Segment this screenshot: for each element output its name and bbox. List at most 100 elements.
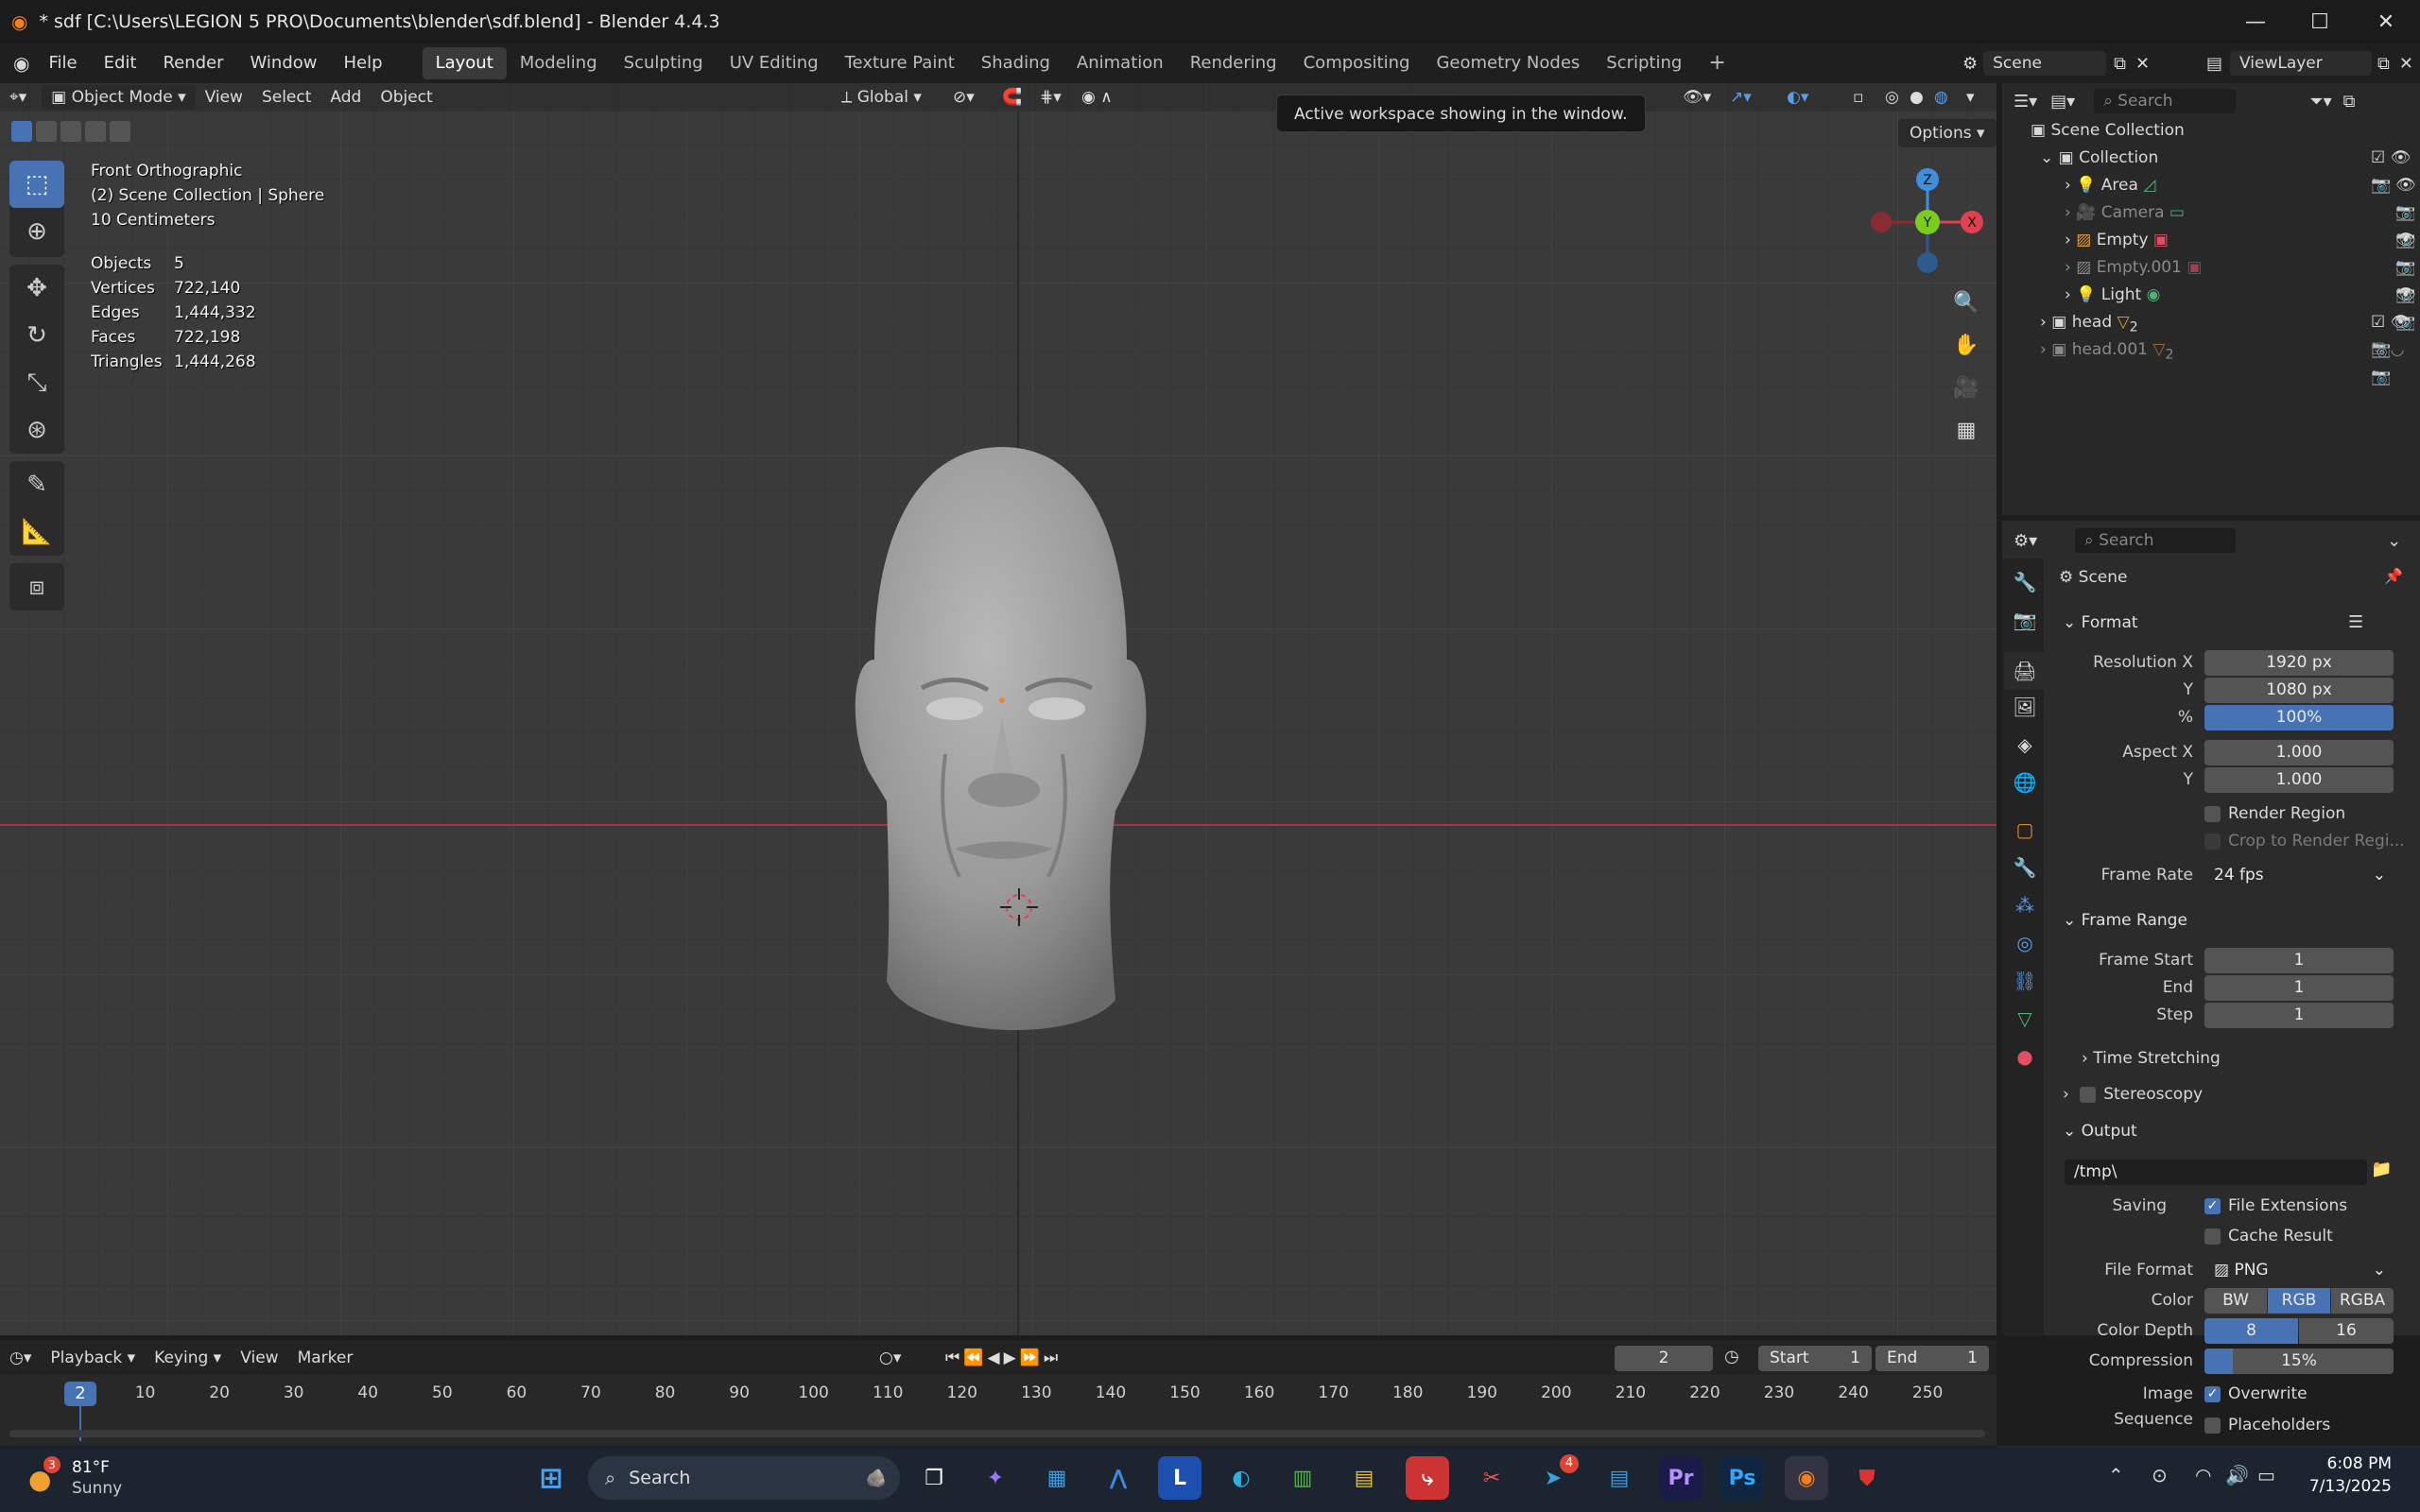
- chevron-right-icon[interactable]: ›: [2065, 203, 2071, 222]
- outliner-search[interactable]: ⌕ Search: [2094, 89, 2237, 113]
- pin-icon[interactable]: 📌: [2384, 567, 2403, 585]
- color-rgb-button[interactable]: RGB: [2268, 1288, 2330, 1314]
- play-reverse-icon[interactable]: ◀: [987, 1349, 1003, 1367]
- scale-tool[interactable]: ⤡: [9, 359, 64, 406]
- auto-keying-icon[interactable]: ○▾: [870, 1344, 910, 1372]
- overwrite-checkbox[interactable]: ✓ Overwrite: [2204, 1381, 2308, 1408]
- shading-options-icon[interactable]: ▾: [1957, 83, 1984, 112]
- next-keyframe-icon[interactable]: ⏩: [1020, 1349, 1044, 1367]
- task-view-icon[interactable]: ❐: [912, 1456, 956, 1500]
- zoom-icon[interactable]: 🔍: [1949, 282, 1983, 324]
- cache-result-checkbox[interactable]: Cache Result: [2204, 1223, 2333, 1250]
- timeline-scrollbar[interactable]: [9, 1430, 1985, 1437]
- output-tab-icon[interactable]: 🖨: [2004, 652, 2046, 690]
- premiere-icon[interactable]: Pr: [1659, 1456, 1703, 1500]
- chevron-right-icon[interactable]: ›: [2065, 231, 2071, 249]
- play-icon[interactable]: ▶: [1004, 1349, 1020, 1367]
- navigation-gizmo[interactable]: Z X Y: [1862, 163, 1995, 286]
- volume-icon[interactable]: 🔊: [2225, 1464, 2249, 1486]
- move-tool[interactable]: ✥: [9, 265, 64, 312]
- edge-icon[interactable]: ◐: [1219, 1456, 1263, 1500]
- minimize-button[interactable]: —: [2221, 0, 2290, 43]
- snap-icon[interactable]: 🧲: [993, 83, 1031, 112]
- snap-target-icon[interactable]: ⋕▾: [1030, 83, 1071, 112]
- tab-modeling[interactable]: Modeling: [507, 47, 611, 79]
- outliner-item-empty[interactable]: › ▨ Empty ▣ 👁 📷: [2065, 227, 2418, 277]
- view-layer-field[interactable]: ViewLayer: [2230, 51, 2373, 76]
- weather-widget[interactable]: ● 3 81°F Sunny: [28, 1456, 170, 1502]
- add-cube-tool[interactable]: ⧈: [9, 563, 64, 610]
- wifi-icon[interactable]: ◠: [2195, 1464, 2211, 1486]
- timeline-menu-marker[interactable]: Marker: [288, 1344, 363, 1372]
- overlays-toggle-icon[interactable]: ◐▾: [1777, 83, 1818, 112]
- annotate-tool[interactable]: ✎: [9, 461, 64, 508]
- end-frame-field[interactable]: End 1: [1876, 1346, 1989, 1371]
- timeline-menu-playback[interactable]: Playback ▾: [41, 1344, 145, 1372]
- mcafee-icon[interactable]: ⛊: [1845, 1456, 1889, 1500]
- checkbox-box[interactable]: [2204, 805, 2221, 822]
- battery-icon[interactable]: ▭: [2257, 1464, 2275, 1486]
- visibility-checkbox[interactable]: ☑ ◡ 📷: [2371, 336, 2418, 391]
- compression-slider[interactable]: 15%: [2204, 1349, 2394, 1374]
- chevron-right-icon[interactable]: ›: [2065, 258, 2071, 277]
- app-l-icon[interactable]: L: [1158, 1456, 1201, 1500]
- tab-sculpting[interactable]: Sculpting: [611, 47, 717, 79]
- tab-geometry-nodes[interactable]: Geometry Nodes: [1423, 47, 1593, 79]
- resolution-pct-field[interactable]: 100%: [2204, 705, 2394, 730]
- outliner-item-light[interactable]: › 💡 Light ◉ 👁 📷: [2065, 282, 2418, 332]
- timeline-menu-keying[interactable]: Keying ▾: [145, 1344, 231, 1372]
- xray-icon[interactable]: ▫: [1843, 83, 1874, 112]
- outliner-item-camera[interactable]: › 🎥 Camera ▭ ◡ 📷: [2065, 199, 2418, 249]
- current-frame-field[interactable]: 2: [1615, 1346, 1713, 1371]
- checkbox-box[interactable]: ✓: [2204, 1197, 2221, 1214]
- options-dropdown[interactable]: Options ▾: [1898, 119, 1996, 147]
- menu-render[interactable]: Render: [149, 43, 236, 83]
- checkbox-box[interactable]: [2204, 833, 2221, 850]
- blender-menu-icon[interactable]: ◉: [13, 52, 29, 75]
- properties-search[interactable]: ⌕ Search: [2075, 528, 2237, 553]
- timeline-editor-icon[interactable]: ◷▾: [0, 1344, 41, 1372]
- render-region-checkbox[interactable]: Render Region: [2204, 800, 2345, 828]
- visibility-icon[interactable]: 👁▾: [1673, 83, 1720, 112]
- orientation-dropdown[interactable]: ⟂ Global ▾: [832, 85, 931, 110]
- data-tab-icon[interactable]: ▽: [2004, 1000, 2046, 1038]
- scene-name-field[interactable]: Scene: [1983, 51, 2107, 76]
- transform-tool[interactable]: ⊛: [9, 406, 64, 454]
- stereoscopy-section-header[interactable]: › Stereoscopy: [2063, 1081, 2203, 1108]
- tab-uv-editing[interactable]: UV Editing: [717, 47, 832, 79]
- chevron-right-icon[interactable]: ›: [2065, 285, 2071, 304]
- blender-taskbar-icon[interactable]: ◉: [1785, 1456, 1828, 1500]
- color-bw-button[interactable]: BW: [2204, 1288, 2267, 1314]
- folder-icon[interactable]: 📁: [2371, 1160, 2392, 1179]
- frame-start-field[interactable]: 1: [2204, 948, 2394, 973]
- start-frame-field[interactable]: Start 1: [1758, 1346, 1872, 1371]
- app-icon[interactable]: ⋀: [1097, 1456, 1140, 1500]
- checkbox-box[interactable]: ✓: [2204, 1385, 2221, 1402]
- outliner-item-head[interactable]: › ▣ head ▽2 ☑ 👁 📷: [2040, 309, 2418, 359]
- select-intersect-icon[interactable]: [110, 121, 130, 142]
- menu-window[interactable]: Window: [237, 43, 331, 83]
- select-box-tool[interactable]: ⬚: [9, 161, 64, 208]
- tray-chevron-icon[interactable]: ⌃: [2108, 1464, 2124, 1486]
- timeline-menu-view[interactable]: View: [231, 1344, 287, 1372]
- excel-like-icon[interactable]: ▥: [1281, 1456, 1324, 1500]
- depth-16-button[interactable]: 16: [2299, 1318, 2394, 1344]
- copilot-icon[interactable]: ✦: [974, 1456, 1017, 1500]
- menu-edit[interactable]: Edit: [91, 43, 150, 83]
- properties-editor-icon[interactable]: ⚙▾: [2014, 531, 2037, 551]
- depth-8-button[interactable]: 8: [2204, 1318, 2298, 1344]
- cursor-tool[interactable]: ⊕: [9, 208, 64, 255]
- gizmo-toggle-icon[interactable]: ↗▾: [1720, 83, 1761, 112]
- format-section-header[interactable]: ⌄ Format: [2063, 609, 2138, 637]
- chevron-right-icon[interactable]: ›: [2040, 340, 2047, 359]
- add-workspace-button[interactable]: +: [1695, 47, 1738, 79]
- chevron-right-icon[interactable]: ›: [2065, 176, 2071, 195]
- menu-help[interactable]: Help: [331, 43, 396, 83]
- tab-scripting[interactable]: Scripting: [1593, 47, 1695, 79]
- pan-hand-icon[interactable]: ✋: [1949, 324, 1983, 367]
- 3d-viewport[interactable]: ⌖▾ ▣ Object Mode ▾ View Select Add Objec…: [0, 83, 1996, 1335]
- render-tab-icon[interactable]: 📷: [2004, 601, 2046, 639]
- outliner-root[interactable]: ▣ Scene Collection: [2031, 117, 2185, 145]
- rotate-tool[interactable]: ↻: [9, 312, 64, 359]
- pivot-icon[interactable]: ⊘▾: [943, 83, 984, 112]
